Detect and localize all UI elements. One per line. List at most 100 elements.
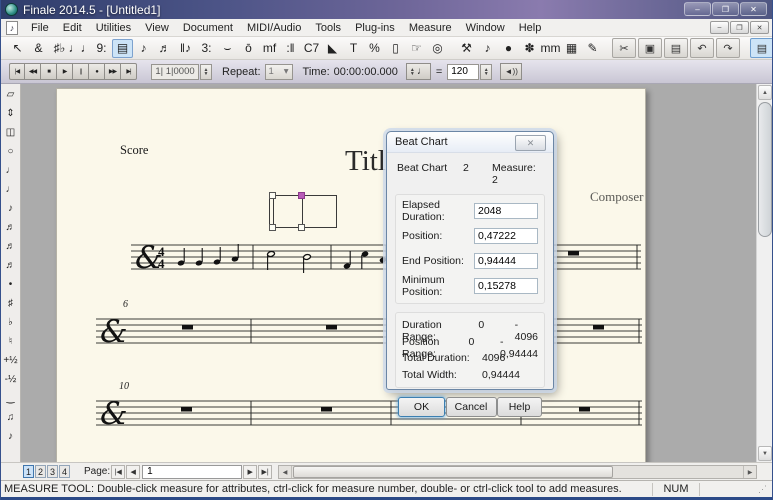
last-page-button[interactable]: ▶| [258, 465, 272, 479]
page-layout-tool-icon[interactable]: ▯ [385, 39, 406, 58]
note-mover-tool-icon[interactable]: ♪ [477, 39, 498, 58]
mdi-restore-button[interactable]: ❐ [730, 21, 749, 34]
score-merger-icon[interactable]: ▦ [561, 39, 582, 58]
score-page[interactable]: Score Titl Composer [56, 88, 646, 462]
playback-counter[interactable]: 1| 1|0000 [151, 64, 199, 80]
measure-tool-icon[interactable]: ▤ [112, 39, 133, 58]
clef-tool-icon[interactable]: 9: [91, 39, 112, 58]
whole-note-icon[interactable]: ○ [2, 142, 20, 161]
redo-button[interactable]: ↷ [716, 38, 740, 58]
field-input[interactable] [474, 253, 538, 269]
augmentation-dot-icon[interactable]: • [2, 275, 20, 294]
simple-entry-tool-icon[interactable]: ♪ [133, 39, 154, 58]
maximize-button[interactable]: ❐ [712, 2, 739, 16]
beat-handle-bottom-mid[interactable] [298, 224, 305, 231]
half-step-up-icon[interactable]: +½ [2, 351, 20, 370]
document-icon[interactable]: ♪ [6, 21, 18, 35]
grace-note-icon[interactable]: ♪ [2, 427, 20, 446]
staff-system-3[interactable]: & [96, 395, 642, 439]
half-note-icon[interactable]: ♩ [2, 161, 20, 180]
repeat-dropdown[interactable]: 1▾ [265, 64, 293, 80]
beat-handle-top-left[interactable] [269, 192, 276, 199]
eighth-note-icon[interactable]: ♪ [2, 199, 20, 218]
scroll-view-button[interactable]: ▤ [750, 38, 773, 58]
page-tab-3[interactable]: 3 [47, 465, 58, 478]
help-button[interactable]: Help [497, 397, 542, 417]
field-input[interactable] [474, 228, 538, 244]
field-input[interactable] [474, 278, 538, 294]
tempo-spinner[interactable]: ▲▼ [480, 64, 492, 80]
note-value-spinner[interactable]: ▲▼ [410, 68, 415, 76]
counter-spinner[interactable]: ▲▼ [200, 64, 212, 80]
record-button[interactable]: ● [89, 63, 105, 80]
close-button[interactable]: ✕ [740, 2, 767, 16]
menu-help[interactable]: Help [512, 20, 549, 36]
first-page-button[interactable]: |◀ [111, 465, 125, 479]
next-page-button[interactable]: ▶ [243, 465, 257, 479]
sixteenth-note-icon[interactable]: ♬ [2, 218, 20, 237]
dialog-close-button[interactable]: ✕ [515, 135, 546, 151]
sixty-fourth-note-icon[interactable]: ♬ [2, 256, 20, 275]
paste-button[interactable]: ▤ [664, 38, 688, 58]
play-button[interactable]: ▶ [57, 63, 73, 80]
graphics-tool-icon[interactable]: ● [498, 39, 519, 58]
ok-button[interactable]: OK [398, 397, 445, 417]
cut-button[interactable]: ✂ [612, 38, 636, 58]
speaker-icon[interactable]: ◄)) [500, 63, 522, 80]
text-tool-icon[interactable]: T [343, 39, 364, 58]
menu-utilities[interactable]: Utilities [89, 20, 138, 36]
menu-edit[interactable]: Edit [56, 20, 89, 36]
menu-document[interactable]: Document [176, 20, 240, 36]
expression-tool-icon[interactable]: mf [259, 39, 280, 58]
mdi-minimize-button[interactable]: – [710, 21, 729, 34]
resize-grip[interactable]: ⋰ [758, 484, 772, 495]
vertical-scroll-thumb[interactable] [758, 102, 772, 237]
smart-shape-tool-icon[interactable]: ⌣ [217, 39, 238, 58]
articulation-tool-icon[interactable]: ō [238, 39, 259, 58]
field-input[interactable] [474, 203, 538, 219]
hyperscribe-tool-icon[interactable]: ‖♪ [175, 39, 196, 58]
selection-tool-icon[interactable]: ↖ [7, 39, 28, 58]
mirror-tool-icon[interactable]: % [364, 39, 385, 58]
sharp-icon[interactable]: ♯ [2, 294, 20, 313]
tuplet-icon[interactable]: ♫ [2, 408, 20, 427]
prev-page-button[interactable]: ◀ [126, 465, 140, 479]
tempo-input[interactable] [447, 64, 479, 80]
time-signature-tool-icon[interactable]: ♩♩ [70, 39, 91, 58]
horizontal-scroll-thumb[interactable] [293, 466, 613, 478]
staff-tool-icon[interactable]: & [28, 39, 49, 58]
rewind-button[interactable]: ◀◀ [25, 63, 41, 80]
go-to-end-button[interactable]: ▶| [121, 63, 137, 80]
page-number-input[interactable] [142, 465, 242, 479]
fast-forward-button[interactable]: ▶▶ [105, 63, 121, 80]
scroll-right-icon[interactable]: ▶ [743, 466, 756, 478]
undo-button[interactable]: ↶ [690, 38, 714, 58]
beat-handle-bottom-left[interactable] [269, 224, 276, 231]
engraver-tool-icon[interactable]: ✎ [582, 39, 603, 58]
go-to-beginning-button[interactable]: |◀ [9, 63, 25, 80]
quarter-note-icon[interactable]: ♩ [2, 180, 20, 199]
horizontal-scrollbar[interactable]: ◀ ▶ [278, 465, 757, 479]
speedy-entry-tool-icon[interactable]: ♬ [154, 39, 175, 58]
chord-tool-icon[interactable]: C7 [301, 39, 322, 58]
tempo-tool-icon[interactable]: mm [540, 39, 561, 58]
tempo-note-button[interactable]: ▲▼ ♩ [406, 63, 431, 80]
repeat-tool-icon[interactable]: :‖ [280, 39, 301, 58]
menu-midi-audio[interactable]: MIDI/Audio [240, 20, 308, 36]
menu-tools[interactable]: Tools [308, 20, 348, 36]
scroll-down-icon[interactable]: ▼ [758, 446, 772, 461]
page-tab-2[interactable]: 2 [35, 465, 46, 478]
title-bar[interactable]: Finale 2014.5 - [Untitled1] –❐✕ [1, 0, 772, 19]
vertical-scrollbar[interactable]: ▲ ▼ [756, 84, 772, 462]
ossia-tool-icon[interactable]: ✽ [519, 39, 540, 58]
scroll-up-icon[interactable]: ▲ [758, 85, 772, 100]
natural-icon[interactable]: ♮ [2, 332, 20, 351]
menu-view[interactable]: View [138, 20, 176, 36]
staff-system-2[interactable]: & [96, 313, 642, 357]
hand-grabber-tool-icon[interactable]: ☞ [406, 39, 427, 58]
mdi-close-button[interactable]: ✕ [750, 21, 769, 34]
minimize-button[interactable]: – [684, 2, 711, 16]
cancel-button[interactable]: Cancel [446, 397, 497, 417]
eraser-tool-icon[interactable]: ▱ [2, 85, 20, 104]
beat-chart-overlay[interactable] [269, 195, 337, 228]
